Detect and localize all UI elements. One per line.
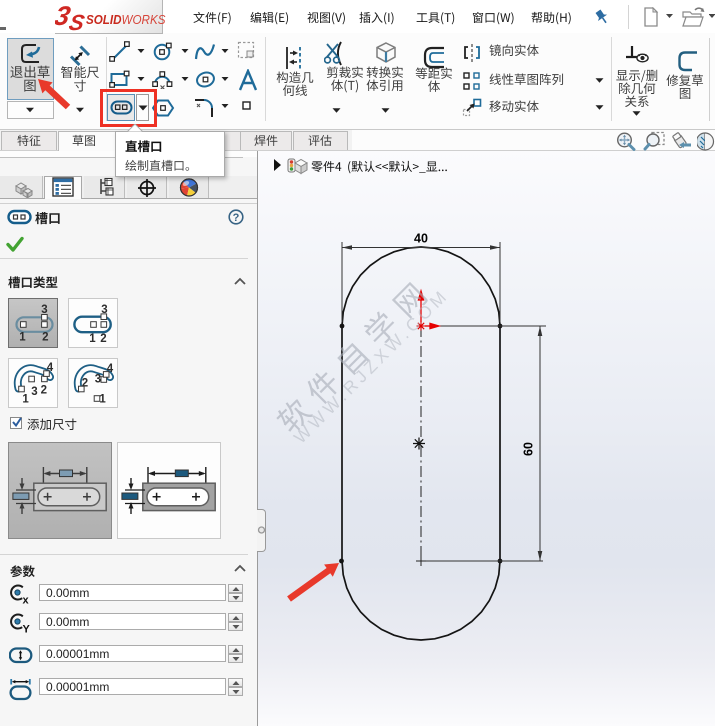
svg-text:2: 2 [41,385,47,397]
svg-text:Y: Y [23,624,31,636]
svg-text:40: 40 [414,232,428,246]
svg-text:4: 4 [47,362,54,374]
svg-text:1: 1 [99,394,106,406]
svg-text:x: x [23,595,30,607]
svg-text:60: 60 [522,442,536,456]
svg-text:3: 3 [95,374,101,386]
svg-text:3: 3 [31,386,37,398]
svg-text:4: 4 [107,363,114,375]
svg-text:1: 1 [22,394,29,406]
svg-text:3: 3 [101,304,107,316]
svg-text:2: 2 [82,378,88,390]
svg-text:3: 3 [41,304,47,316]
svg-text:1: 1 [19,332,26,344]
svg-text:1: 1 [89,333,96,345]
svg-text:2: 2 [100,333,106,345]
svg-text:2: 2 [42,332,48,344]
svg-text:?: ? [233,212,240,224]
